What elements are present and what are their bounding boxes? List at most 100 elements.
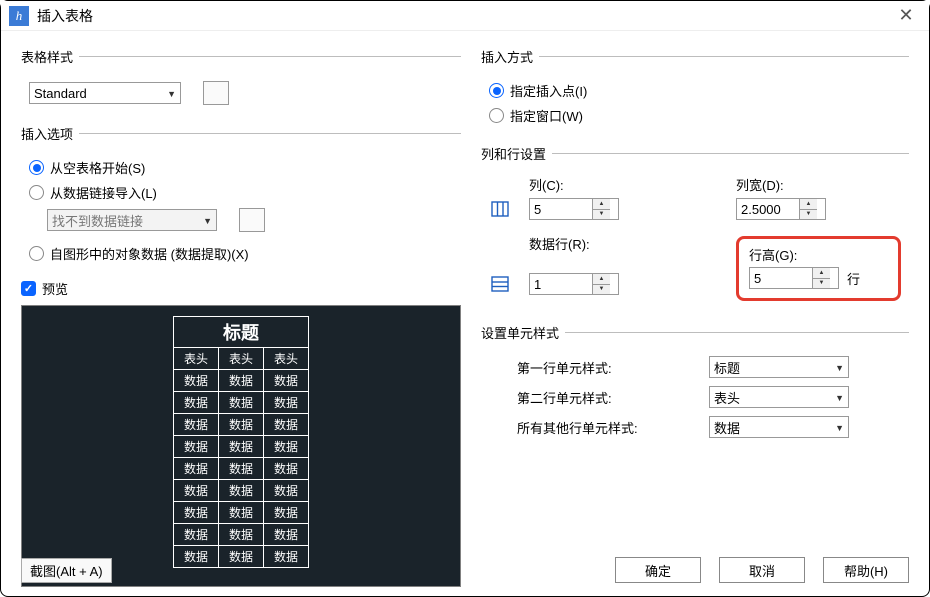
spinner-colwidth[interactable]: ▲▼: [736, 198, 826, 220]
select-value: 找不到数据链接: [52, 211, 143, 230]
radio-label: 指定插入点(I): [510, 81, 587, 100]
preview-data-cell: 数据: [173, 458, 218, 480]
preview-title-cell: 标题: [173, 317, 308, 348]
preview-data-cell: 数据: [218, 392, 263, 414]
select-table-style[interactable]: Standard ▼: [29, 82, 181, 104]
highlight-rowheight: 行高(G): ▲▼ 行: [736, 236, 901, 301]
spin-up-icon[interactable]: ▲: [593, 199, 610, 210]
input-colwidth[interactable]: [737, 199, 799, 219]
group-insert-method: 插入方式 指定插入点(I) 指定窗口(W): [481, 47, 909, 138]
group-insert-option: 插入选项 从空表格开始(S) 从数据链接导入(L) 找不到数据链接 ▼: [21, 124, 461, 276]
preview-data-cell: 数据: [218, 546, 263, 568]
select-other-row-style[interactable]: 数据 ▼: [709, 416, 849, 438]
legend-cellstyle: 设置单元样式: [481, 323, 565, 342]
preview-data-cell: 数据: [218, 524, 263, 546]
preview-header-cell: 表头: [264, 348, 309, 370]
preview-data-cell: 数据: [218, 502, 263, 524]
preview-data-cell: 数据: [264, 502, 309, 524]
preview-data-cell: 数据: [173, 414, 218, 436]
label-second-row-style: 第二行单元样式:: [489, 388, 709, 407]
legend-insert-option: 插入选项: [21, 124, 79, 143]
select-value: 数据: [714, 418, 740, 437]
preview-panel: 标题 表头表头表头 数据数据数据数据数据数据数据数据数据数据数据数据数据数据数据…: [21, 305, 461, 587]
ok-button[interactable]: 确定: [615, 557, 701, 583]
spin-up-icon[interactable]: ▲: [593, 274, 610, 285]
spin-up-icon[interactable]: ▲: [813, 268, 830, 279]
radio-label: 从数据链接导入(L): [50, 183, 157, 202]
dialog-title: 插入表格: [37, 6, 891, 26]
select-value: 表头: [714, 388, 740, 407]
preview-data-cell: 数据: [264, 436, 309, 458]
unit-row: 行: [847, 269, 860, 288]
legend-table-style: 表格样式: [21, 47, 79, 66]
radio-dot-icon: [489, 83, 504, 98]
checkbox-checked-icon: ✓: [21, 281, 36, 296]
group-cellstyle: 设置单元样式 第一行单元样式: 标题 ▼ 第二行单元样式: 表头 ▼: [481, 323, 909, 452]
app-icon: h: [9, 6, 29, 26]
screenshot-hotkey-hint: 截图(Alt + A): [21, 558, 112, 583]
datalink-browse-button[interactable]: [239, 208, 265, 232]
radio-label: 指定窗口(W): [510, 106, 583, 125]
label-first-row-style: 第一行单元样式:: [489, 358, 709, 377]
select-value: 标题: [714, 358, 740, 377]
chevron-down-icon: ▼: [167, 89, 176, 99]
radio-from-empty[interactable]: 从空表格开始(S): [29, 155, 453, 180]
radio-label: 从空表格开始(S): [50, 158, 145, 177]
radio-insert-window[interactable]: 指定窗口(W): [489, 103, 901, 128]
radio-dot-icon: [29, 160, 44, 175]
spin-down-icon[interactable]: ▼: [593, 210, 610, 220]
radio-insert-point[interactable]: 指定插入点(I): [489, 78, 901, 103]
radio-label: 自图形中的对象数据 (数据提取)(X): [50, 244, 249, 263]
preview-data-cell: 数据: [218, 458, 263, 480]
preview-data-cell: 数据: [173, 546, 218, 568]
chevron-down-icon: ▼: [835, 393, 844, 403]
group-colrow: 列和行设置 列(C): 列宽(D): ▲▼: [481, 144, 909, 317]
preview-data-cell: 数据: [173, 436, 218, 458]
preview-data-cell: 数据: [173, 502, 218, 524]
spinner-rowheight[interactable]: ▲▼: [749, 267, 839, 289]
preview-data-cell: 数据: [264, 480, 309, 502]
spin-down-icon[interactable]: ▼: [593, 285, 610, 295]
columns-icon: [489, 198, 511, 220]
label-columns: 列(C):: [529, 175, 694, 194]
select-second-row-style[interactable]: 表头 ▼: [709, 386, 849, 408]
select-first-row-style[interactable]: 标题 ▼: [709, 356, 849, 378]
chevron-down-icon: ▼: [835, 423, 844, 433]
preview-data-cell: 数据: [264, 370, 309, 392]
group-table-style: 表格样式 Standard ▼: [21, 47, 461, 118]
rows-icon: [489, 273, 511, 295]
label-other-row-style: 所有其他行单元样式:: [489, 418, 709, 437]
input-datarows[interactable]: [530, 274, 592, 294]
preview-data-cell: 数据: [173, 524, 218, 546]
preview-data-cell: 数据: [173, 480, 218, 502]
spinner-datarows[interactable]: ▲▼: [529, 273, 619, 295]
input-columns[interactable]: [530, 199, 592, 219]
help-button[interactable]: 帮助(H): [823, 557, 909, 583]
checkbox-label: 预览: [42, 279, 68, 298]
radio-dot-icon: [29, 246, 44, 261]
spin-up-icon[interactable]: ▲: [800, 199, 817, 210]
close-icon[interactable]: ✕: [891, 4, 921, 28]
chevron-down-icon: ▼: [835, 363, 844, 373]
legend-colrow: 列和行设置: [481, 144, 552, 163]
radio-from-datalink[interactable]: 从数据链接导入(L): [29, 180, 453, 205]
radio-from-extraction[interactable]: 自图形中的对象数据 (数据提取)(X): [29, 241, 453, 266]
spin-down-icon[interactable]: ▼: [813, 279, 830, 289]
label-rowheight: 行高(G):: [749, 248, 797, 263]
preview-data-cell: 数据: [218, 480, 263, 502]
spin-down-icon[interactable]: ▼: [800, 210, 817, 220]
preview-header-cell: 表头: [173, 348, 218, 370]
preview-header-cell: 表头: [218, 348, 263, 370]
input-rowheight[interactable]: [750, 268, 812, 288]
label-colwidth: 列宽(D):: [736, 175, 901, 194]
preview-data-cell: 数据: [264, 546, 309, 568]
preview-data-cell: 数据: [264, 524, 309, 546]
preview-data-cell: 数据: [173, 392, 218, 414]
table-style-settings-button[interactable]: [203, 81, 229, 105]
checkbox-preview[interactable]: ✓ 预览: [21, 276, 461, 301]
preview-table: 标题 表头表头表头 数据数据数据数据数据数据数据数据数据数据数据数据数据数据数据…: [173, 316, 309, 568]
cancel-button[interactable]: 取消: [719, 557, 805, 583]
radio-dot-icon: [489, 108, 504, 123]
spinner-columns[interactable]: ▲▼: [529, 198, 619, 220]
preview-data-cell: 数据: [264, 414, 309, 436]
